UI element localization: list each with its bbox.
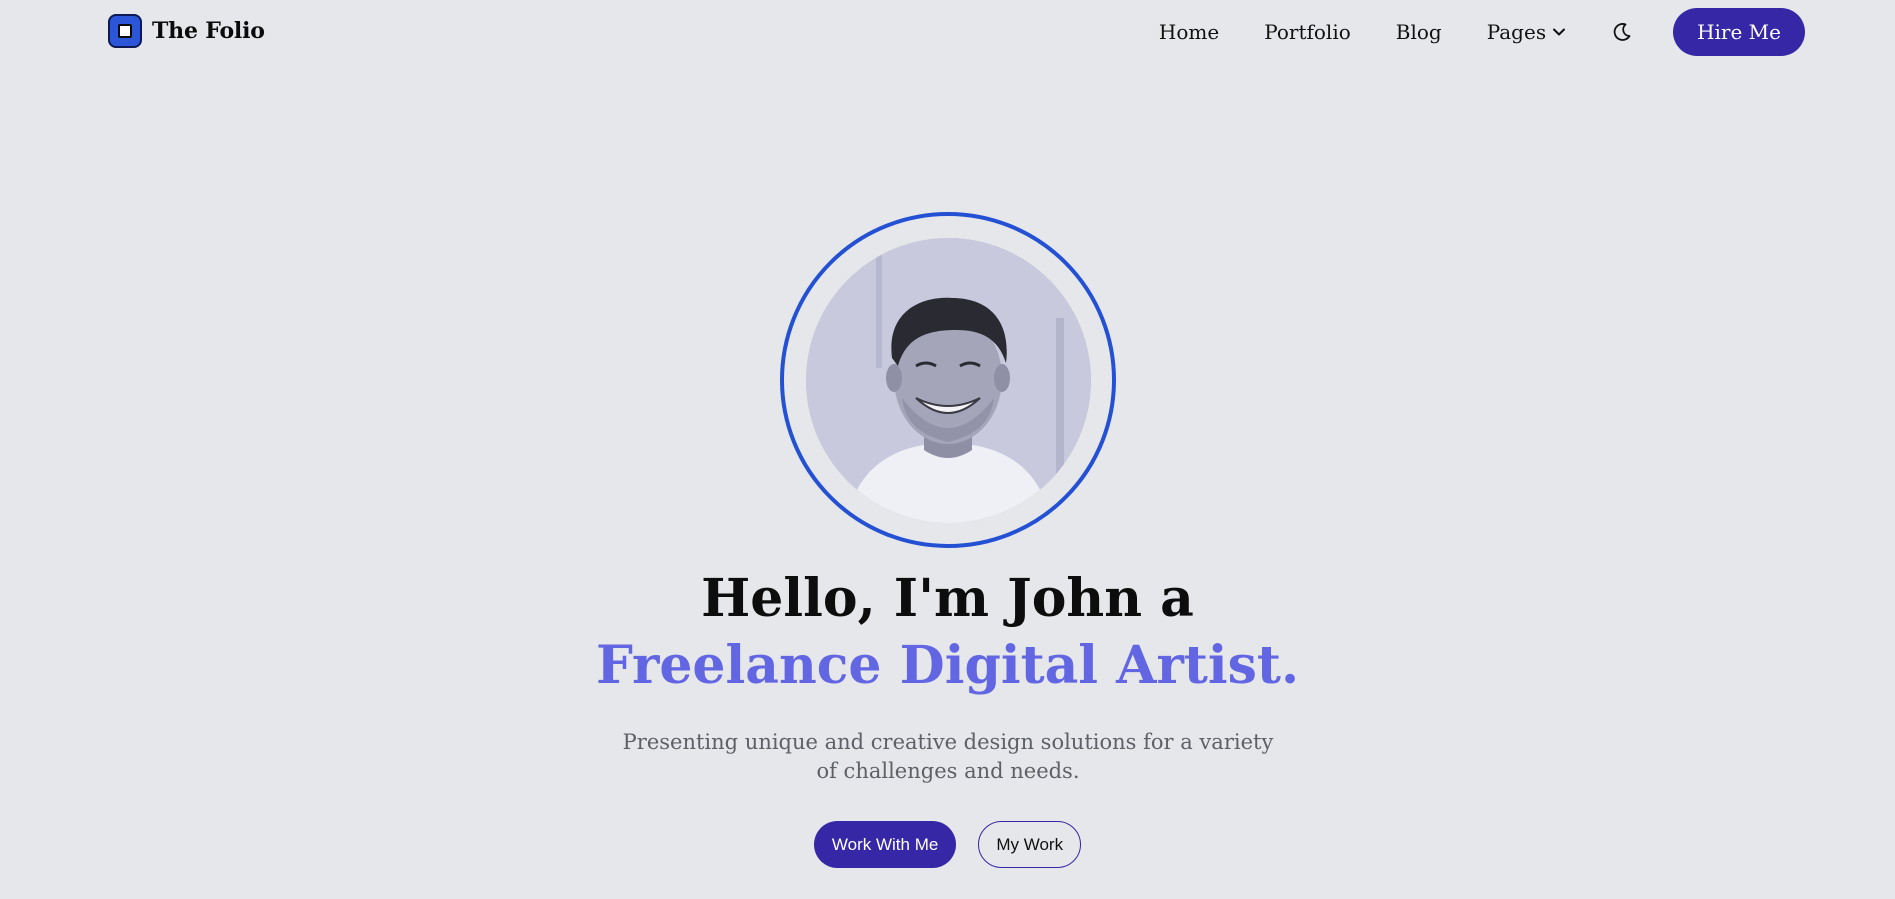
nav-item-label: Blog bbox=[1395, 20, 1442, 44]
hero-subtitle: Presenting unique and creative design so… bbox=[622, 730, 1274, 783]
moon-icon[interactable] bbox=[1611, 21, 1633, 43]
nav-item-label: Pages bbox=[1486, 20, 1547, 44]
chevron-down-icon bbox=[1553, 28, 1566, 36]
nav-item-portfolio[interactable]: Portfolio bbox=[1264, 20, 1351, 44]
my-work-button[interactable]: My Work bbox=[978, 821, 1082, 868]
square-logo-icon bbox=[108, 14, 142, 48]
nav-item-pages[interactable]: Pages bbox=[1487, 20, 1566, 44]
nav-item-home[interactable]: Home bbox=[1159, 20, 1219, 44]
main-nav: Home Portfolio Blog Pages Hire Me bbox=[1159, 8, 1805, 56]
brand-name: The Folio bbox=[152, 18, 265, 44]
nav-item-label: Portfolio bbox=[1264, 20, 1351, 44]
page: The Folio Home Portfolio Blog Pages Hire… bbox=[0, 0, 1895, 899]
profile-photo bbox=[806, 238, 1091, 523]
brand-logo[interactable]: The Folio bbox=[108, 14, 265, 48]
hire-me-button[interactable]: Hire Me bbox=[1673, 8, 1805, 56]
hero-headline-line2: Freelance Digital Artist. bbox=[595, 635, 1300, 696]
hero-actions: Work With Me My Work bbox=[0, 821, 1895, 868]
nav-item-blog[interactable]: Blog bbox=[1396, 20, 1442, 44]
site-header: The Folio Home Portfolio Blog Pages Hire… bbox=[0, 0, 1895, 64]
hero-headline-line1: Hello, I'm John a bbox=[701, 568, 1194, 629]
work-with-me-button[interactable]: Work With Me bbox=[813, 821, 957, 868]
nav-item-label: Home bbox=[1158, 20, 1220, 44]
avatar bbox=[806, 238, 1091, 523]
